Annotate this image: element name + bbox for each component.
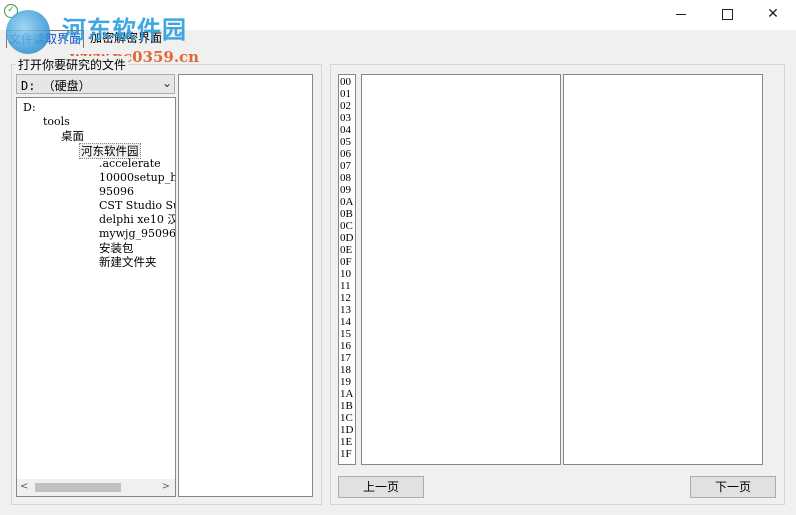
offset-label: 10 xyxy=(340,268,351,280)
offset-label: 17 xyxy=(340,352,351,364)
offset-label: 0D xyxy=(340,232,354,244)
offset-label: 0E xyxy=(340,244,353,256)
offset-label: 09 xyxy=(340,184,351,196)
hex-content-pane[interactable] xyxy=(361,74,561,465)
prev-page-button[interactable]: 上一页 xyxy=(338,476,424,498)
offset-label: 0C xyxy=(340,220,353,232)
minimize-icon xyxy=(676,14,686,15)
tree-item[interactable]: delphi xe10 汉 xyxy=(99,213,175,227)
horizontal-scrollbar[interactable]: < > xyxy=(17,479,175,496)
offset-label: 16 xyxy=(340,340,351,352)
offset-label: 0B xyxy=(340,208,353,220)
offset-label: 1A xyxy=(340,388,354,400)
offset-label: 01 xyxy=(340,88,351,100)
offset-label: 14 xyxy=(340,316,351,328)
offset-label: 04 xyxy=(340,124,351,136)
offset-label: 08 xyxy=(340,172,351,184)
offset-label: 19 xyxy=(340,376,351,388)
offset-label: 06 xyxy=(340,148,351,160)
tree-item[interactable]: D: xyxy=(23,101,36,115)
offset-label: 1C xyxy=(340,412,353,424)
tree-item[interactable]: tools xyxy=(43,115,70,129)
scrollbar-thumb[interactable] xyxy=(35,483,121,492)
offset-label: 0F xyxy=(340,256,352,268)
file-list[interactable] xyxy=(178,74,313,497)
tree-item[interactable]: 安装包 xyxy=(99,241,134,255)
offset-label: 13 xyxy=(340,304,351,316)
offset-label: 12 xyxy=(340,292,351,304)
close-button[interactable]: ✕ xyxy=(750,0,796,28)
maximize-icon xyxy=(721,9,733,20)
tree-item[interactable]: mywjg_95096 xyxy=(99,227,175,241)
tree-item[interactable]: CST Studio Su xyxy=(99,199,175,213)
next-page-button[interactable]: 下一页 xyxy=(690,476,776,498)
chevron-down-icon: ⌄ xyxy=(161,76,172,90)
offset-label: 03 xyxy=(340,112,351,124)
tree-item[interactable]: 桌面 xyxy=(61,129,84,143)
scroll-right-icon[interactable]: > xyxy=(162,481,170,492)
offset-label: 00 xyxy=(340,76,351,88)
watermark-logo xyxy=(6,10,50,54)
text-content-pane[interactable] xyxy=(563,74,763,465)
scroll-left-icon[interactable]: < xyxy=(20,481,28,492)
drive-select-value: D: （硬盘） xyxy=(21,79,91,93)
tree-item[interactable]: 10000setup_hm xyxy=(99,171,175,185)
offset-label: 1B xyxy=(340,400,353,412)
offset-label: 05 xyxy=(340,136,351,148)
offset-label: 0A xyxy=(340,196,354,208)
offset-label: 11 xyxy=(340,280,351,292)
tree-item[interactable]: 新建文件夹 xyxy=(99,255,157,269)
tree-item[interactable]: .accelerate xyxy=(99,157,161,171)
drive-select[interactable]: D: （硬盘） ⌄ xyxy=(16,74,175,94)
minimize-button[interactable] xyxy=(658,0,704,28)
offset-column: 00 01 02 03 04 05 06 07 08 09 0A 0B 0C 0D 0E 0F 10 11 12 13… xyxy=(338,74,356,465)
offset-label: 1D xyxy=(340,424,354,436)
offset-label: 1F xyxy=(340,448,352,460)
offset-label: 15 xyxy=(340,328,351,340)
file-browser-caption: 打开你要研究的文件 xyxy=(16,56,129,73)
offset-label: 18 xyxy=(340,364,351,376)
offset-label: 02 xyxy=(340,100,351,112)
directory-tree[interactable]: D: tools 桌面 河东软件园 .accelerate 10000setup… xyxy=(16,97,176,497)
watermark-name: 河东软件园 xyxy=(62,15,187,44)
tree-item[interactable]: 95096 xyxy=(99,185,134,199)
maximize-button[interactable] xyxy=(704,0,750,28)
offset-label: 1E xyxy=(340,436,353,448)
offset-label: 07 xyxy=(340,160,351,172)
